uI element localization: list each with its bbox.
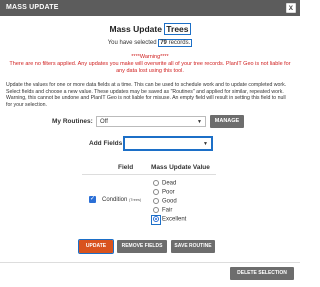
selected-suffix: records. <box>168 40 191 46</box>
option-label: Excellent <box>162 216 187 223</box>
field-column-header: Field <box>118 164 134 171</box>
routines-select[interactable]: Off ▼ <box>96 116 206 127</box>
option-label: Poor <box>162 189 175 196</box>
selection-count-line: You have selected 79 records. <box>0 39 300 47</box>
radio-icon <box>153 180 159 186</box>
chevron-down-icon: ▼ <box>203 141 208 147</box>
radio-option-good[interactable]: Good <box>153 198 177 206</box>
selected-count-box: 79 records. <box>158 39 193 47</box>
heading-prefix: Mass Update <box>109 24 162 34</box>
condition-name: Condition <box>102 197 128 203</box>
add-fields-label: Add Fields <box>89 140 123 147</box>
option-label: Fair <box>162 207 173 214</box>
manage-button[interactable]: MANAGE <box>210 115 244 128</box>
radio-icon <box>153 189 159 195</box>
add-fields-select[interactable]: ▼ <box>123 136 213 151</box>
remove-fields-button[interactable]: REMOVE FIELDS <box>117 240 167 253</box>
selected-radio-highlight <box>151 215 161 225</box>
selected-prefix: You have selected <box>107 40 157 46</box>
table-divider <box>82 174 216 175</box>
radio-icon <box>153 207 159 213</box>
condition-sub: (Trees) <box>129 198 142 202</box>
radio-option-fair[interactable]: Fair <box>153 207 172 215</box>
dialog-titlebar: MASS UPDATE x <box>0 0 300 16</box>
save-routine-button[interactable]: SAVE ROUTINE <box>171 240 215 253</box>
selected-count: 79 <box>160 40 167 46</box>
radio-option-dead[interactable]: Dead <box>153 180 176 188</box>
instructions-text: Update the values for one or more data f… <box>6 82 287 108</box>
routines-value: Off <box>100 119 108 125</box>
dialog-title: MASS UPDATE <box>6 4 59 11</box>
entity-name: Trees <box>164 23 191 35</box>
value-column-header: Mass Update Value <box>151 164 210 171</box>
warning-title: ****Warning**** <box>131 54 169 60</box>
warning-text: There are no filters applied. Any update… <box>9 61 291 74</box>
condition-field-label: Condition (Trees) <box>102 197 141 203</box>
chevron-down-icon: ▼ <box>197 119 202 125</box>
close-icon[interactable]: x <box>286 3 296 13</box>
delete-selection-button[interactable]: DELETE SELECTION <box>230 267 294 280</box>
option-label: Good <box>162 198 177 205</box>
option-label: Dead <box>162 180 177 187</box>
condition-checkbox[interactable]: ✓ <box>89 196 96 203</box>
radio-icon <box>153 198 159 204</box>
page-title: Mass Update Trees <box>0 23 300 35</box>
update-button[interactable]: UPDATE <box>78 239 114 254</box>
radio-option-poor[interactable]: Poor <box>153 189 175 197</box>
footer-divider <box>0 262 300 263</box>
routines-label: My Routines: <box>52 118 93 125</box>
